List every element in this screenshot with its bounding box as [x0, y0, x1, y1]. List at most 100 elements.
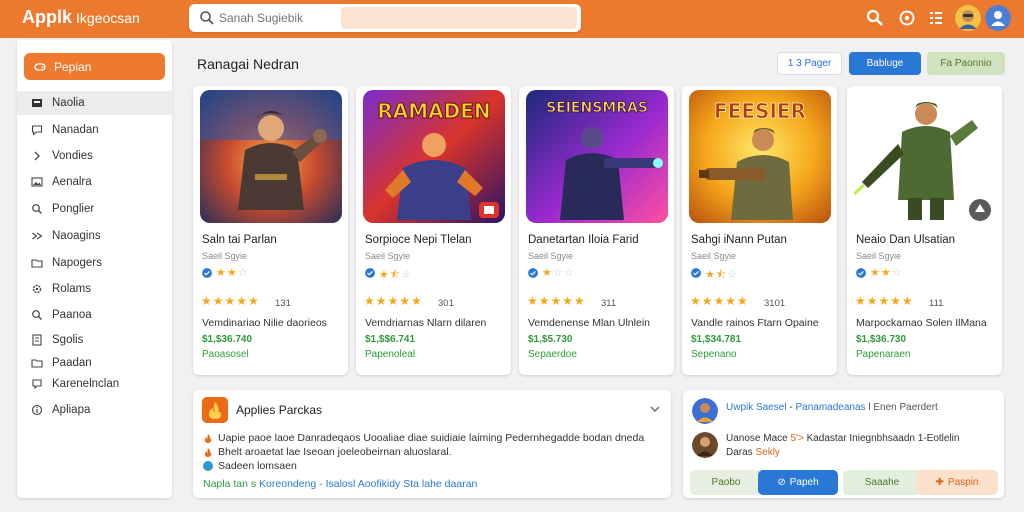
sidebar-item-rolams[interactable]: Rolams: [17, 277, 172, 301]
game-status: Papenoleal: [365, 349, 416, 360]
game-price: $1,$36.730: [856, 334, 907, 345]
game-description: Vemdinariao Nilie daorieos: [202, 317, 327, 329]
game-card[interactable]: Saln tai Parlan Saeil Sgyie ★★☆ ★★★★★ 13…: [193, 86, 348, 375]
sidebar-item-ponglier[interactable]: Ponglier: [17, 197, 172, 221]
game-thumbnail[interactable]: FEESIER: [689, 90, 831, 223]
game-thumbnail[interactable]: RAMADEN: [363, 90, 505, 223]
panel-line-text: Sadeen lomsaen: [218, 460, 297, 472]
rating-count: 3101: [764, 298, 786, 309]
panel-link-blue[interactable]: Koreondeng - Isalosl Aoofikidy: [259, 478, 400, 490]
game-card[interactable]: Neaio Dan Ulsatian Saeil Sgyie ★★☆ ★★★★★…: [847, 86, 1002, 375]
game-art-banner: RAMADEN: [377, 99, 490, 123]
sidebar-item-karenelnclan[interactable]: Karenelnclan: [17, 372, 172, 396]
game-subtitle: Saeil Sgyie: [202, 251, 248, 261]
mini-rating: ★⯪☆: [379, 269, 413, 281]
filter-button[interactable]: Babluge: [849, 52, 921, 75]
game-art-banner: FEESIER: [714, 99, 806, 123]
gear-icon: [32, 284, 42, 294]
game-art-soldier-neon: SEIENSMRAS: [526, 90, 668, 223]
search-input[interactable]: [219, 8, 359, 28]
search-icon: [200, 11, 214, 25]
menu-icon[interactable]: [927, 9, 945, 27]
paobo-button[interactable]: Paobo: [690, 470, 762, 495]
sidebar-item-label: Paadan: [52, 357, 92, 369]
game-price: $1,$36.740: [202, 334, 253, 345]
sidebar-item-label: Ponglier: [52, 203, 95, 215]
game-status: Paoasosel: [202, 349, 249, 360]
flame-icon: [205, 448, 212, 457]
review-score: 5'>: [790, 433, 804, 444]
rating-count: 111: [929, 298, 944, 309]
game-description: Marpockamao Solen IlMana: [856, 317, 987, 329]
reviewer-avatar[interactable]: [692, 398, 718, 424]
sidebar-primary-label: Pepian: [54, 59, 92, 74]
user-avatar[interactable]: [955, 5, 981, 31]
chevron-down-icon[interactable]: [649, 403, 661, 415]
panel-link-tail[interactable]: Sta lahe daaran: [403, 478, 477, 490]
game-card[interactable]: RAMADEN Sorpioce Nepi Tlelan Saeil Sgyie…: [356, 86, 511, 375]
sidebar-item-label: Vondies: [52, 150, 93, 162]
reviews-panel: Uwpik Saesel - Panamadeanas l Enen Paerd…: [683, 390, 1004, 498]
sidebar-item-aenalra[interactable]: Aenalra: [17, 170, 172, 194]
sidebar-item-sgolis[interactable]: Sgolis: [17, 328, 172, 352]
options-button[interactable]: Fa Paonnio: [927, 52, 1005, 75]
folder-icon: [31, 359, 43, 368]
sidebar-item-vondies[interactable]: Vondies: [17, 144, 172, 168]
game-card[interactable]: SEIENSMRAS Danetartan Iloia Farid Saeil …: [519, 86, 674, 375]
game-subtitle: Saeil Sgyie: [691, 251, 737, 261]
monitor-icon: [32, 99, 42, 107]
panel-line-text: Bhelt aroaetat lae Iseoan joeleobeirnan …: [218, 446, 452, 458]
review-line: Uanose Mace 5'> Kadastar Iniegnbhsaadn 1…: [726, 433, 959, 444]
top-bar: Applk Ikgeocsan: [0, 0, 1024, 38]
review-line: Daras Sekly: [726, 447, 780, 458]
sidebar-item-naolia[interactable]: Naolia: [17, 91, 172, 115]
verified-icon: [365, 268, 375, 278]
folder-icon: [31, 259, 43, 268]
game-art-ramaden: RAMADEN: [363, 90, 505, 223]
sidebar-item-label: Karenelnclan: [52, 378, 120, 390]
settings-icon[interactable]: [898, 9, 916, 27]
reviewer-name[interactable]: Uwpik Saesel: [726, 402, 787, 413]
paspin-button-label: Paspin: [947, 477, 979, 488]
game-title: Neaio Dan Ulsatian: [856, 234, 956, 246]
panel-link-green: Napla tan s: [203, 478, 257, 490]
rating-count: 131: [275, 298, 291, 309]
star-rating: ★★★★★: [690, 294, 749, 308]
game-status: Papenaraen: [856, 349, 911, 360]
game-thumbnail[interactable]: [200, 90, 342, 223]
review-meta-accent: Sekly: [755, 447, 780, 458]
paspin-button[interactable]: ✚ Paspin: [916, 470, 998, 495]
document-icon: [32, 334, 42, 346]
app-subtitle: Ikgeocsan: [76, 10, 140, 26]
search-icon[interactable]: [866, 9, 884, 27]
sidebar-item-napogers[interactable]: Napogers: [17, 251, 172, 275]
game-card[interactable]: FEESIER Sahgi iNann Putan Saeil Sgyie ★⯪…: [682, 86, 837, 375]
panel-line: Bhelt aroaetat lae Iseoan joeleobeirnan …: [203, 446, 452, 458]
sidebar-item-label: Paanoa: [52, 309, 92, 321]
sidebar: Pepian Naolia Nanadan Vondies Aenalra Po…: [17, 40, 172, 498]
game-title: Sorpioce Nepi Tlelan: [365, 234, 472, 246]
sidebar-item-label: Napogers: [52, 257, 102, 269]
app-logo[interactable]: Applk Ikgeocsan: [22, 7, 140, 28]
game-subtitle: Saeil Sgyie: [856, 251, 902, 261]
papeh-button[interactable]: ⊘ Papeh: [758, 470, 838, 495]
search-bar[interactable]: [189, 4, 581, 32]
link-icon: ⊘: [777, 477, 786, 488]
verified-icon: [528, 268, 538, 278]
game-thumbnail[interactable]: SEIENSMRAS: [526, 90, 668, 223]
user-avatar-secondary[interactable]: [985, 5, 1011, 31]
sidebar-item-apliapa[interactable]: Apliapa: [17, 398, 172, 422]
panel-link[interactable]: Napla tan s Koreondeng - Isalosl Aoofiki…: [203, 478, 477, 490]
game-thumbnail[interactable]: [854, 90, 996, 223]
reviewer-avatar[interactable]: [692, 432, 718, 458]
game-art-feesier: FEESIER: [689, 90, 831, 223]
sidebar-item-nanadan[interactable]: Nanadan: [17, 118, 172, 142]
saaahe-button[interactable]: Saaahe: [843, 470, 921, 495]
sidebar-item-naoagins[interactable]: Naoagins: [17, 224, 172, 248]
mini-rating: ★★☆: [870, 267, 903, 279]
sidebar-primary-button[interactable]: Pepian: [24, 53, 165, 80]
sidebar-item-paanoa[interactable]: Paanoa: [17, 303, 172, 327]
game-art-green-soldier: [854, 90, 996, 223]
sidebar-item-label: Apliapa: [52, 404, 91, 416]
pager-button[interactable]: 1 3 Pager: [777, 52, 842, 75]
